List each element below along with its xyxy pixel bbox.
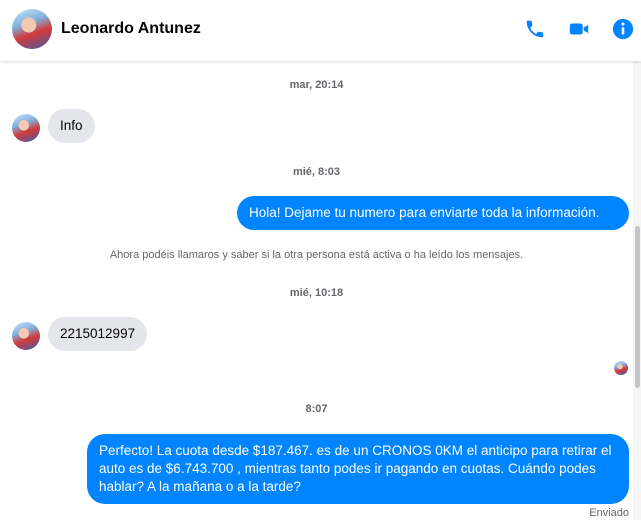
timestamp: mar, 20:14 — [289, 79, 344, 91]
scrollbar-thumb[interactable] — [635, 226, 640, 388]
sender-avatar[interactable] — [12, 322, 40, 350]
outgoing-message[interactable]: Hola! Dejame tu numero para enviarte tod… — [237, 196, 629, 230]
incoming-message[interactable]: 2215012997 — [48, 317, 148, 351]
contact-name[interactable]: Leonardo Antunez — [61, 20, 201, 38]
contact-avatar[interactable] — [12, 9, 52, 49]
info-icon[interactable] — [612, 18, 634, 40]
sender-avatar[interactable] — [12, 114, 40, 142]
phone-icon[interactable] — [524, 18, 546, 40]
delivery-status: Enviado — [589, 507, 629, 519]
timestamp: 8:07 — [305, 403, 328, 415]
outgoing-message[interactable]: Perfecto! La cuota desde $187.467. es de… — [87, 434, 629, 504]
timestamp: mié, 8:03 — [292, 166, 341, 178]
incoming-message[interactable]: Info — [48, 109, 95, 143]
timestamp: mié, 10:18 — [289, 287, 344, 299]
read-receipt-avatar — [614, 361, 628, 375]
video-camera-icon[interactable] — [568, 18, 590, 40]
chat-header: Leonardo Antunez — [0, 0, 641, 61]
system-notice: Ahora podéis llamaros y saber si la otra… — [109, 249, 524, 261]
